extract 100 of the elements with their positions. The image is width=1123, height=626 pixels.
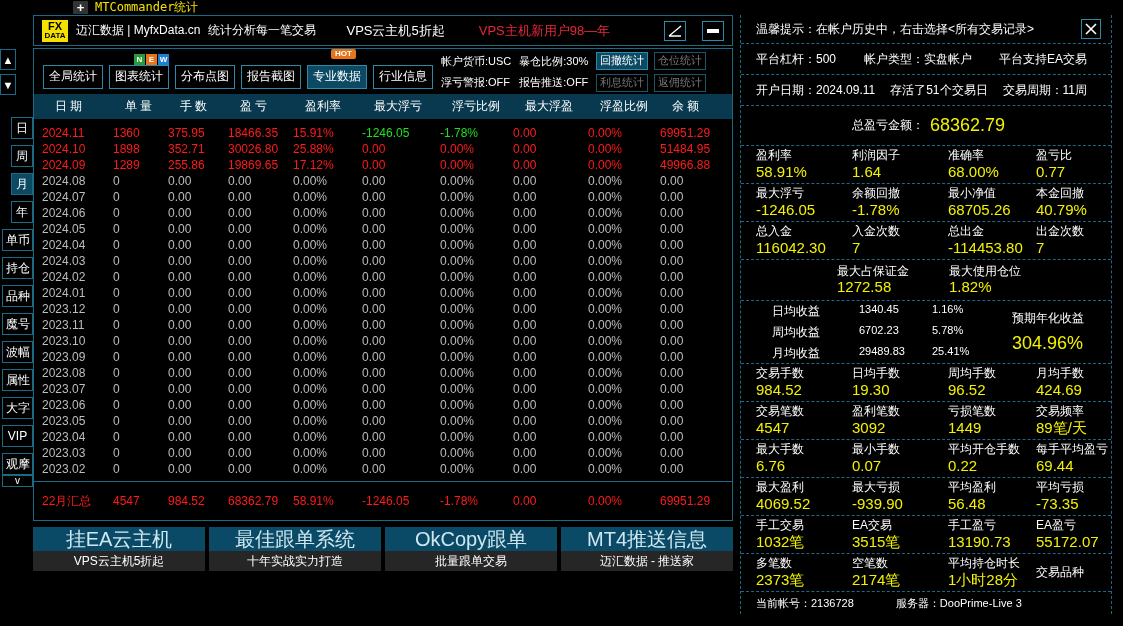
stat-value: 7 — [1036, 238, 1046, 257]
summary-cell-text: -1246.05 — [362, 494, 411, 508]
scroll-down-button[interactable]: ▼ — [0, 74, 16, 95]
stat-label: 日均收益 — [772, 302, 821, 320]
table-cell-text: 0.00% — [440, 237, 476, 253]
stat-label: 平均亏损 — [1036, 480, 1085, 495]
account-setting: 报告推送:OFF — [519, 74, 589, 90]
table-cell-text: 0.00% — [588, 125, 624, 141]
tab[interactable]: 图表统计 — [109, 64, 169, 89]
table-cell-text: 2024.11 — [42, 125, 86, 141]
new-badge-letter: N — [134, 53, 145, 65]
summary-cell-text: 68362.79 — [228, 494, 280, 508]
stat-label: 总出金 — [948, 224, 985, 239]
stat-value: 68705.26 — [948, 200, 1012, 219]
table-cell-text: 0.00% — [293, 285, 329, 301]
minimize-button[interactable] — [702, 20, 724, 41]
table-cell-text: 0.00% — [440, 189, 476, 205]
side-tab[interactable]: 周 — [11, 145, 33, 167]
table-cell-text: 0.00% — [588, 461, 624, 477]
table-cell-text: 0.00 — [362, 141, 387, 157]
scroll-up-button[interactable]: ▲ — [0, 49, 16, 70]
table-cell-text: 0.00 — [362, 285, 387, 301]
stat-value: -1.78% — [852, 200, 901, 219]
stat-value: 1.82% — [949, 278, 993, 297]
promo-caption[interactable]: 迈汇数据 - 推送家 — [561, 551, 733, 571]
promo-banner[interactable]: 最佳跟单系统 — [209, 527, 381, 551]
side-tab[interactable]: 品种 — [2, 285, 33, 307]
table-cell-text: 2024.07 — [42, 189, 87, 205]
stat-label: 多笔数 — [756, 556, 793, 571]
table-cell-text: 2023.08 — [42, 365, 87, 381]
table-cell-text: 0.00 — [168, 173, 193, 189]
table-cell-text: 0.00 — [513, 269, 538, 285]
table-cell-text: 0.00 — [168, 365, 193, 381]
stat-label: 最大浮亏 — [756, 186, 805, 201]
promo-banner[interactable]: OkCopy跟单 — [385, 527, 557, 551]
table-cell-text: 0.00% — [440, 333, 476, 349]
tab[interactable]: 行业信息 — [373, 64, 433, 89]
table-cell-text: 0.00 — [513, 461, 538, 477]
table-cell-text: 0.00 — [228, 333, 253, 349]
side-tab[interactable]: VIP — [2, 425, 33, 447]
table-cell-text: 0.00 — [362, 173, 387, 189]
side-tab[interactable]: 持仓 — [2, 257, 33, 279]
table-cell-text: 69951.29 — [660, 125, 712, 141]
table-cell-text: 0 — [113, 413, 121, 429]
table-cell-text: 0 — [113, 253, 121, 269]
table-cell-text: 2023.04 — [42, 429, 87, 445]
table-cell-text: 0.00 — [228, 301, 253, 317]
stat-value: 304.96% — [1012, 333, 1084, 354]
table-cell-text: 0.00% — [440, 141, 476, 157]
tab[interactable]: 分布点图 — [175, 64, 235, 89]
stat-value: 4547 — [756, 418, 791, 437]
table-cell-text: 0.00 — [168, 445, 193, 461]
table-cell-text: 0.00 — [660, 317, 685, 333]
table-cell-text: 0.00 — [660, 429, 685, 445]
stat-value: 4069.52 — [756, 494, 812, 513]
table-cell-text: 0.00% — [440, 205, 476, 221]
table-cell-text: 0.00% — [293, 301, 329, 317]
side-tab[interactable]: 年 — [11, 201, 33, 223]
stat-value: 3515笔 — [852, 532, 902, 551]
tab[interactable]: 报告截图 — [241, 64, 301, 89]
table-cell-text: 0 — [113, 381, 121, 397]
table-cell-text: 51484.95 — [660, 141, 712, 157]
side-tab[interactable]: 大字 — [2, 397, 33, 419]
more-button[interactable]: v — [2, 475, 33, 487]
side-tab[interactable]: 属性 — [2, 369, 33, 391]
promo-banner[interactable]: MT4推送信息 — [561, 527, 733, 551]
logo: FX DATA — [42, 19, 68, 42]
table-cell-text: 2023.06 — [42, 397, 87, 413]
tab[interactable]: 全局统计 — [43, 64, 103, 89]
side-tab[interactable]: 月 — [11, 173, 33, 195]
stat-value: 0.22 — [948, 456, 979, 475]
tab[interactable]: 专业数据 — [307, 64, 367, 89]
side-tab[interactable]: 魔号 — [2, 313, 33, 335]
table-cell-text: 0.00 — [228, 253, 253, 269]
promo-link[interactable]: VPS云主机5折起 — [346, 21, 445, 40]
table-cell-text: 0.00% — [440, 317, 476, 333]
table-cell-text: 0.00 — [362, 157, 387, 173]
expand-button[interactable]: + — [73, 1, 88, 14]
table-cell-text: 0.00% — [588, 333, 624, 349]
side-tab[interactable]: 单币 — [2, 229, 33, 251]
side-tab[interactable]: 日 — [11, 117, 33, 139]
table-cell-text: 0.00% — [588, 141, 624, 157]
table-cell-text: 0.00 — [660, 253, 685, 269]
side-tab[interactable]: 波幅 — [2, 341, 33, 363]
promo-caption[interactable]: 批量跟单交易 — [385, 551, 557, 571]
promo-caption[interactable]: 十年实战实力打造 — [209, 551, 381, 571]
promo-banner[interactable]: 挂EA云主机 — [33, 527, 205, 551]
summary-cell-text: -1.78% — [440, 494, 480, 508]
angle-button[interactable] — [664, 20, 686, 41]
table-cell-text: 0.00 — [362, 253, 387, 269]
stats-button[interactable]: 回撤统计 — [596, 51, 649, 70]
table-cell-text: 2023.09 — [42, 349, 87, 365]
promo-link[interactable]: VPS主机新用户98—年 — [478, 21, 611, 40]
side-tab[interactable]: 观摩 — [2, 453, 33, 475]
promo-caption[interactable]: VPS云主机5折起 — [33, 551, 205, 571]
table-cell-text: 0.00% — [440, 173, 476, 189]
account-fact: 平台杠杆：500 — [756, 50, 837, 68]
close-button[interactable] — [1081, 19, 1101, 39]
table-cell-text: 0 — [113, 205, 121, 221]
account-fact: 交易周期：11周 — [1002, 81, 1087, 99]
